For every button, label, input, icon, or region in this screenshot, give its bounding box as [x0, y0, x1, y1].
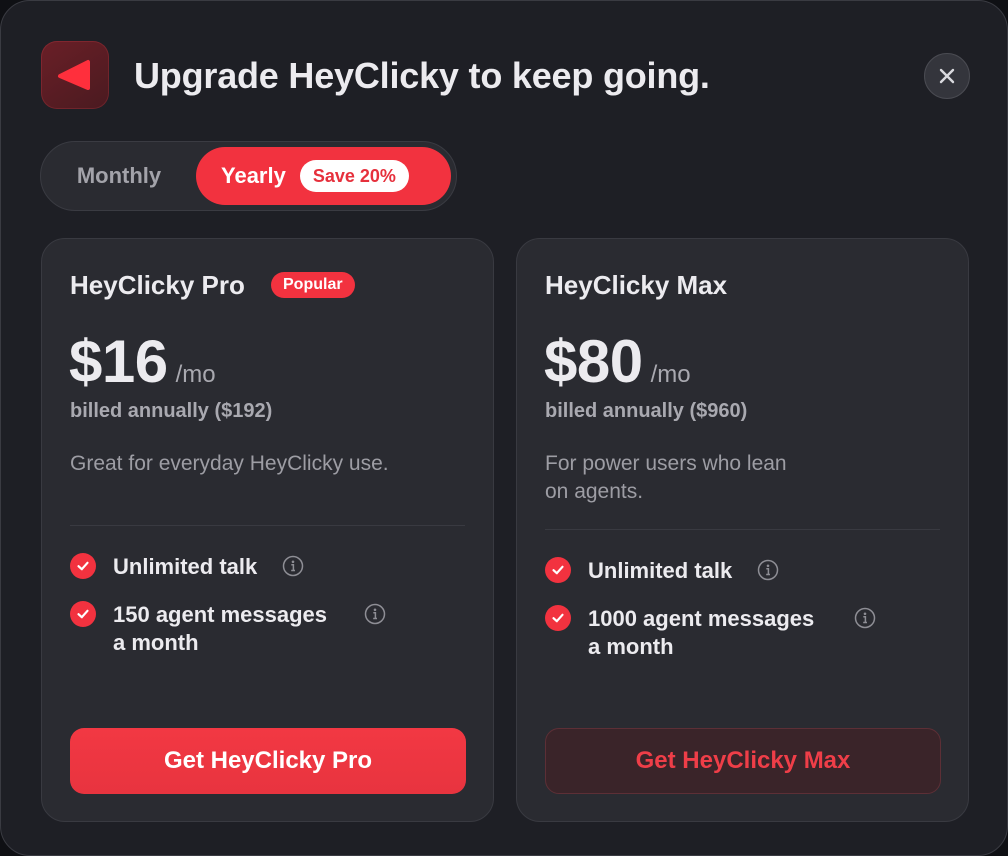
plan-description: Great for everyday HeyClicky use.	[70, 452, 389, 475]
app-logo	[41, 41, 109, 109]
get-max-button[interactable]: Get HeyClicky Max	[545, 728, 941, 794]
close-button[interactable]	[924, 53, 970, 99]
info-icon[interactable]	[854, 607, 876, 629]
toggle-monthly[interactable]: Monthly	[41, 142, 197, 210]
check-icon	[545, 557, 571, 583]
feature-list: Unlimited talk 1000 agent messages a mon…	[545, 557, 876, 681]
info-icon[interactable]	[757, 559, 779, 581]
price-period: /mo	[175, 361, 216, 388]
plan-card-max: HeyClicky Max $80 /mo billed annually ($…	[516, 238, 969, 822]
price-period: /mo	[650, 361, 691, 388]
billing-note: billed annually ($960)	[545, 400, 748, 422]
info-icon[interactable]	[282, 555, 304, 577]
info-icon[interactable]	[364, 603, 386, 625]
check-icon	[70, 601, 96, 627]
feature-text: Unlimited talk	[113, 554, 258, 579]
plan-price: $16	[69, 328, 168, 395]
divider	[70, 525, 465, 526]
feature-text: Unlimited talk	[588, 558, 733, 583]
play-triangle-icon	[58, 60, 90, 90]
upgrade-dialog: Upgrade HeyClicky to keep going. Monthly…	[0, 0, 1008, 856]
price-row: $16 /mo	[69, 327, 216, 397]
price-row: $80 /mo	[544, 327, 691, 397]
popular-badge: Popular	[271, 272, 355, 298]
feature-text: 150 agent messages a month	[113, 602, 328, 655]
check-icon	[545, 605, 571, 631]
plan-card-pro: HeyClicky Pro Popular $16 /mo billed ann…	[41, 238, 494, 822]
get-pro-button[interactable]: Get HeyClicky Pro	[70, 728, 466, 794]
feature-item: 150 agent messages a month	[70, 601, 386, 657]
feature-item: 1000 agent messages a month	[545, 605, 876, 661]
save-badge: Save 20%	[299, 160, 409, 192]
feature-text: 1000 agent messages a month	[588, 606, 815, 659]
plan-name: HeyClicky Max	[545, 270, 728, 300]
feature-list: Unlimited talk 150 agent messages a mont…	[70, 553, 386, 677]
plan-price: $80	[544, 328, 643, 395]
divider	[545, 529, 940, 530]
billing-note: billed annually ($192)	[70, 400, 273, 422]
plan-name: HeyClicky Pro	[70, 270, 245, 300]
dialog-title: Upgrade HeyClicky to keep going.	[134, 55, 710, 96]
feature-item: Unlimited talk	[545, 557, 814, 585]
toggle-yearly[interactable]: Yearly Save 20%	[196, 147, 451, 205]
toggle-yearly-label: Yearly	[221, 163, 286, 188]
feature-item: Unlimited talk	[70, 553, 327, 581]
billing-period-toggle: Monthly Yearly Save 20%	[40, 141, 457, 211]
close-icon	[939, 68, 955, 84]
plan-description: For power users who lean on agents.	[545, 452, 787, 503]
check-icon	[70, 553, 96, 579]
